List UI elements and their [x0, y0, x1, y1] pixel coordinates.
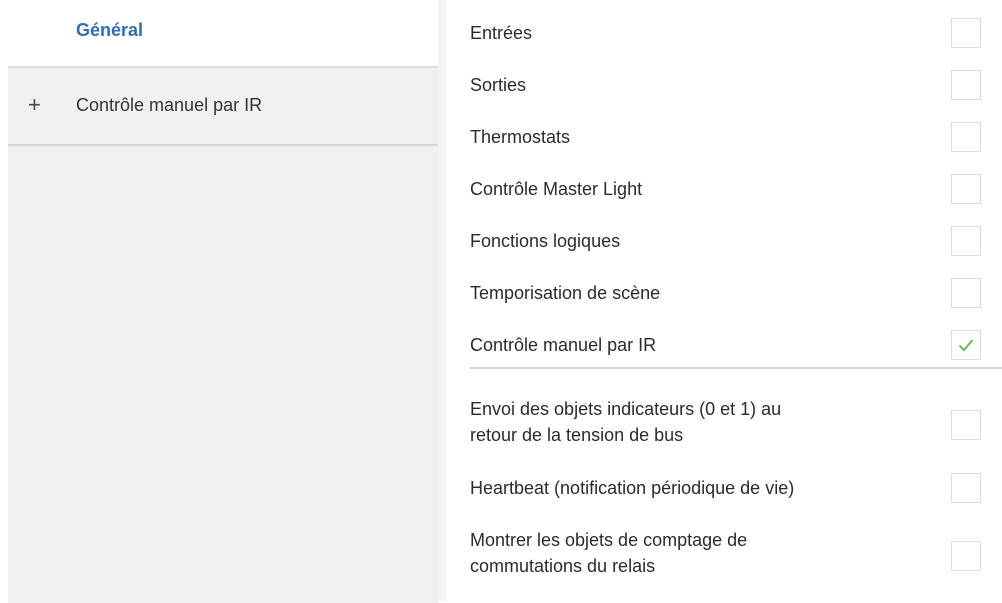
heartbeat-checkbox[interactable]: [951, 473, 981, 503]
envoi-indicateurs-checkbox[interactable]: [951, 410, 981, 440]
entrees-checkbox[interactable]: [951, 18, 981, 48]
sorties-checkbox[interactable]: [951, 70, 981, 100]
tab-general[interactable]: Général: [76, 20, 143, 41]
option-label: Sorties: [470, 75, 527, 95]
expand-plus-icon[interactable]: +: [28, 94, 41, 116]
option-label: Thermostats: [470, 127, 571, 147]
option-row-thermostats: Thermostats: [446, 108, 1002, 160]
option-row-envoi-indicateurs: Envoi des objets indicateurs (0 et 1) au…: [446, 396, 1002, 452]
option-row-fonctions-logiques: Fonctions logiques: [446, 212, 1002, 264]
panel-divider: [438, 0, 446, 601]
sidebar-item-label: Contrôle manuel par IR: [76, 95, 263, 115]
master-light-checkbox[interactable]: [951, 174, 981, 204]
option-label-line2: commutations du relais: [470, 556, 656, 576]
option-label-line1: Envoi des objets indicateurs (0 et 1) au: [470, 399, 782, 419]
option-row-controle-manuel-ir: Contrôle manuel par IR: [446, 316, 1002, 368]
option-label: Contrôle Master Light: [470, 179, 643, 199]
option-label: Envoi des objets indicateurs (0 et 1) au…: [470, 396, 900, 448]
option-label-line1: Montrer les objets de comptage de: [470, 530, 748, 550]
sidebar-header[interactable]: Général: [0, 0, 445, 66]
option-label: Montrer les objets de comptage de commut…: [470, 527, 900, 579]
option-row-master-light: Contrôle Master Light: [446, 160, 1002, 212]
parameters-panel: Entrées Sorties Thermostats Contrôle Mas…: [446, 0, 1002, 601]
thermostats-checkbox[interactable]: [951, 122, 981, 152]
option-label: Temporisation de scène: [470, 283, 661, 303]
option-label: Heartbeat (notification périodique de vi…: [470, 478, 795, 498]
checkmark-icon: [958, 339, 974, 352]
fonctions-logiques-checkbox[interactable]: [951, 226, 981, 256]
comptage-commutations-checkbox[interactable]: [951, 541, 981, 571]
sidebar-panel: + Contrôle manuel par IR: [8, 66, 438, 603]
option-label: Entrées: [470, 23, 533, 43]
section-separator: [470, 367, 1002, 369]
option-label-line2: retour de la tension de bus: [470, 425, 684, 445]
sidebar-item-controle-manuel-ir[interactable]: + Contrôle manuel par IR: [8, 68, 438, 146]
option-row-sorties: Sorties: [446, 56, 1002, 108]
option-label: Contrôle manuel par IR: [470, 335, 657, 355]
controle-manuel-ir-checkbox[interactable]: [951, 330, 981, 360]
option-label: Fonctions logiques: [470, 231, 621, 251]
temporisation-scene-checkbox[interactable]: [951, 278, 981, 308]
option-row-heartbeat: Heartbeat (notification périodique de vi…: [446, 459, 1002, 511]
option-row-entrees: Entrées: [446, 4, 1002, 56]
sidebar: Général + Contrôle manuel par IR: [0, 0, 445, 603]
option-row-comptage-commutations: Montrer les objets de comptage de commut…: [446, 527, 1002, 583]
option-row-temporisation-scene: Temporisation de scène: [446, 264, 1002, 316]
